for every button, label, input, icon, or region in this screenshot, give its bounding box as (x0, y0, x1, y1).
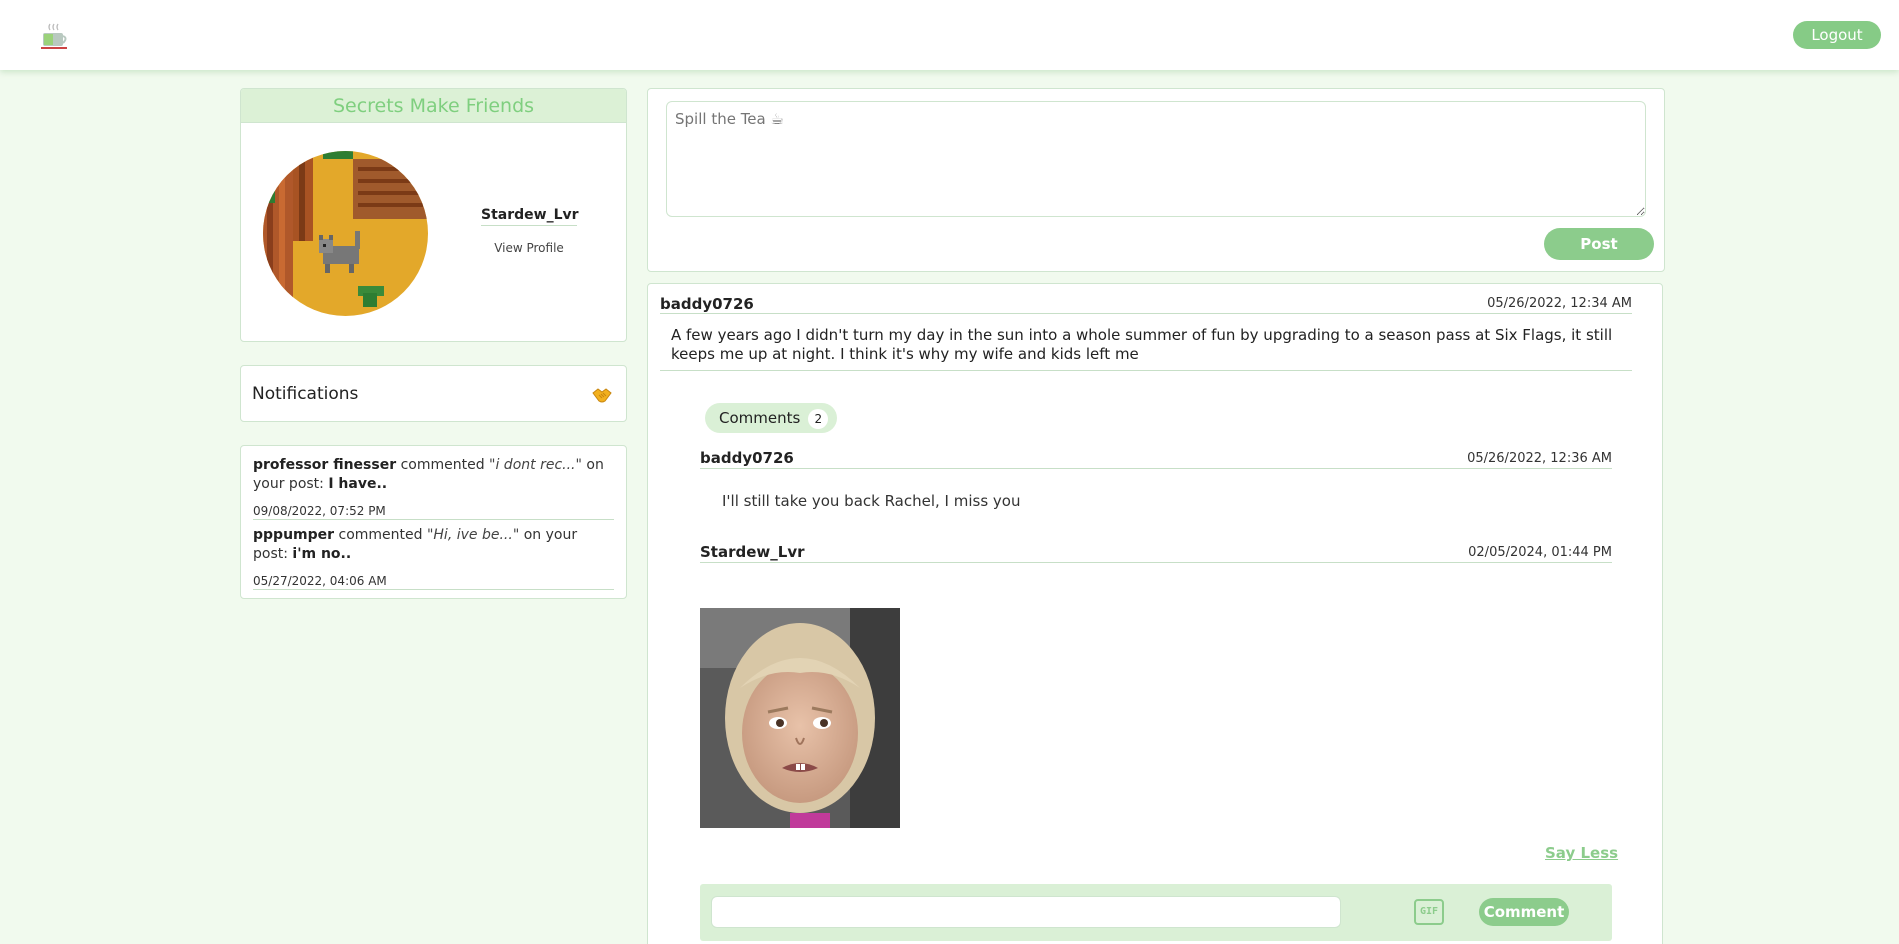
comment-author[interactable]: Stardew_Lvr (700, 543, 805, 561)
comment-author[interactable]: baddy0726 (700, 449, 794, 467)
notification-item[interactable]: professor finesser commented "i dont rec… (253, 456, 614, 520)
notification-post: I have.. (328, 476, 388, 492)
post-button[interactable]: Post (1544, 228, 1654, 260)
notification-verb: commented (338, 527, 423, 543)
logout-button[interactable]: Logout (1793, 21, 1881, 49)
notification-quote: "i dont rec..." (489, 457, 582, 473)
handshake-icon (592, 386, 612, 404)
notifications-panel[interactable]: Notifications (240, 365, 627, 422)
comment-gif-image (700, 608, 900, 828)
comment-header: baddy0726 05/26/2022, 12:36 AM (700, 449, 1612, 469)
notification-verb: commented (400, 457, 485, 473)
post-header: baddy0726 05/26/2022, 12:34 AM (660, 294, 1632, 314)
notification-item[interactable]: pppumper commented "Hi, ive be..." on yo… (253, 526, 614, 590)
post-composer: Post (647, 88, 1665, 272)
comments-label: Comments (719, 409, 801, 427)
profile-card-title: Secrets Make Friends (241, 89, 626, 123)
comments-count-badge: 2 (808, 409, 829, 429)
gif-picker-button[interactable]: GIF (1414, 899, 1444, 925)
comment-form: GIF Comment (700, 884, 1612, 941)
notifications-list: professor finesser commented "i dont rec… (240, 445, 627, 599)
comment-text: I'll still take you back Rachel, I miss … (722, 492, 1021, 510)
profile-username: Stardew_Lvr (481, 207, 579, 226)
post-date: 05/26/2022, 12:34 AM (1487, 296, 1632, 311)
notification-time: 05/27/2022, 04:06 AM (253, 574, 387, 588)
post-card: baddy0726 05/26/2022, 12:34 AM A few yea… (647, 283, 1663, 944)
notification-user: professor finesser (253, 457, 397, 473)
top-navbar: Logout (0, 0, 1899, 70)
comment-date: 05/26/2022, 12:36 AM (1467, 451, 1612, 466)
comments-toggle-button[interactable]: Comments 2 (705, 403, 837, 433)
notification-time: 09/08/2022, 07:52 PM (253, 504, 386, 518)
notification-user: pppumper (253, 527, 335, 543)
post-author[interactable]: baddy0726 (660, 295, 754, 313)
say-less-link[interactable]: Say Less (1545, 844, 1618, 862)
notifications-title: Notifications (252, 384, 359, 404)
notification-quote: "Hi, ive be..." (426, 527, 520, 543)
comment-header: Stardew_Lvr 02/05/2024, 01:44 PM (700, 543, 1612, 563)
comment-input[interactable] (711, 896, 1341, 928)
profile-card: Secrets Make Friends Stardew_Lvr View Pr… (240, 88, 627, 342)
tea-textarea[interactable] (666, 101, 1646, 217)
view-profile-link[interactable]: View Profile (477, 241, 581, 255)
post-body: A few years ago I didn't turn my day in … (660, 326, 1632, 371)
teacup-icon[interactable] (40, 22, 68, 52)
notification-post: i'm no.. (292, 546, 352, 562)
comment-submit-button[interactable]: Comment (1479, 898, 1569, 926)
user-avatar[interactable] (263, 151, 428, 316)
notification-text: professor finesser commented "i dont rec… (253, 456, 614, 494)
notification-text: pppumper commented "Hi, ive be..." on yo… (253, 526, 614, 564)
comment-date: 02/05/2024, 01:44 PM (1468, 545, 1612, 560)
